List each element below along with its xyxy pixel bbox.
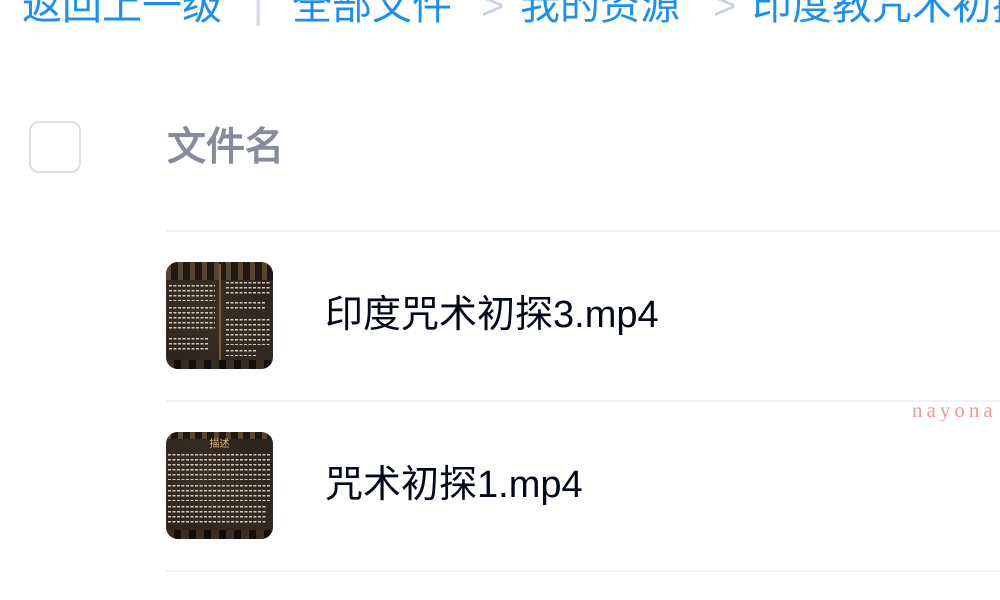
file-row[interactable]: 印度咒术初探3.mp4 bbox=[0, 232, 1000, 400]
back-link[interactable]: 返回上一级 bbox=[22, 0, 222, 26]
thumbnail-bottom-band bbox=[166, 530, 273, 539]
thumbnail-text-block bbox=[168, 506, 266, 526]
thumbnail-bottom-band bbox=[166, 360, 273, 369]
thumbnail-text-block bbox=[169, 285, 215, 301]
file-name[interactable]: 咒术初探1.mp4 bbox=[325, 466, 583, 504]
breadcrumb-chevron: > bbox=[713, 0, 737, 26]
file-row[interactable]: 描述 咒术初探1.mp4 bbox=[0, 402, 1000, 570]
breadcrumb-divider: | bbox=[253, 0, 264, 26]
thumbnail-text-block bbox=[226, 302, 266, 312]
thumbnail-text-block bbox=[169, 307, 215, 332]
row-divider bbox=[166, 570, 1000, 572]
select-all-checkbox[interactable] bbox=[29, 121, 81, 173]
column-header-filename[interactable]: 文件名 bbox=[167, 128, 284, 167]
breadcrumb-item-current-folder[interactable]: 印度教咒术初探 bbox=[752, 0, 1000, 26]
file-name[interactable]: 印度咒术初探3.mp4 bbox=[325, 296, 659, 334]
thumbnail-caption: 描述 bbox=[209, 439, 230, 450]
breadcrumb-item-all-files[interactable]: 全部文件 bbox=[292, 0, 452, 26]
thumbnail-text-block bbox=[168, 485, 271, 501]
thumbnail-text-block bbox=[226, 350, 256, 356]
thumbnail-column-rule bbox=[219, 264, 221, 362]
breadcrumb-item-my-resources[interactable]: 我的资源 bbox=[520, 0, 680, 26]
thumbnail-ornament-band bbox=[166, 432, 273, 439]
video-thumbnail[interactable] bbox=[166, 262, 273, 369]
thumbnail-text-block bbox=[169, 338, 209, 353]
thumbnail-text-block bbox=[226, 282, 270, 297]
thumbnail-text-block bbox=[168, 454, 271, 480]
watermark-text: nayona bbox=[912, 400, 997, 421]
breadcrumb-chevron: > bbox=[481, 0, 505, 26]
video-thumbnail[interactable]: 描述 bbox=[166, 432, 273, 539]
thumbnail-text-block bbox=[226, 319, 270, 345]
breadcrumb: 返回上一级 | 全部文件 > 我的资源 > 印度教咒术初探 bbox=[0, 0, 1000, 26]
